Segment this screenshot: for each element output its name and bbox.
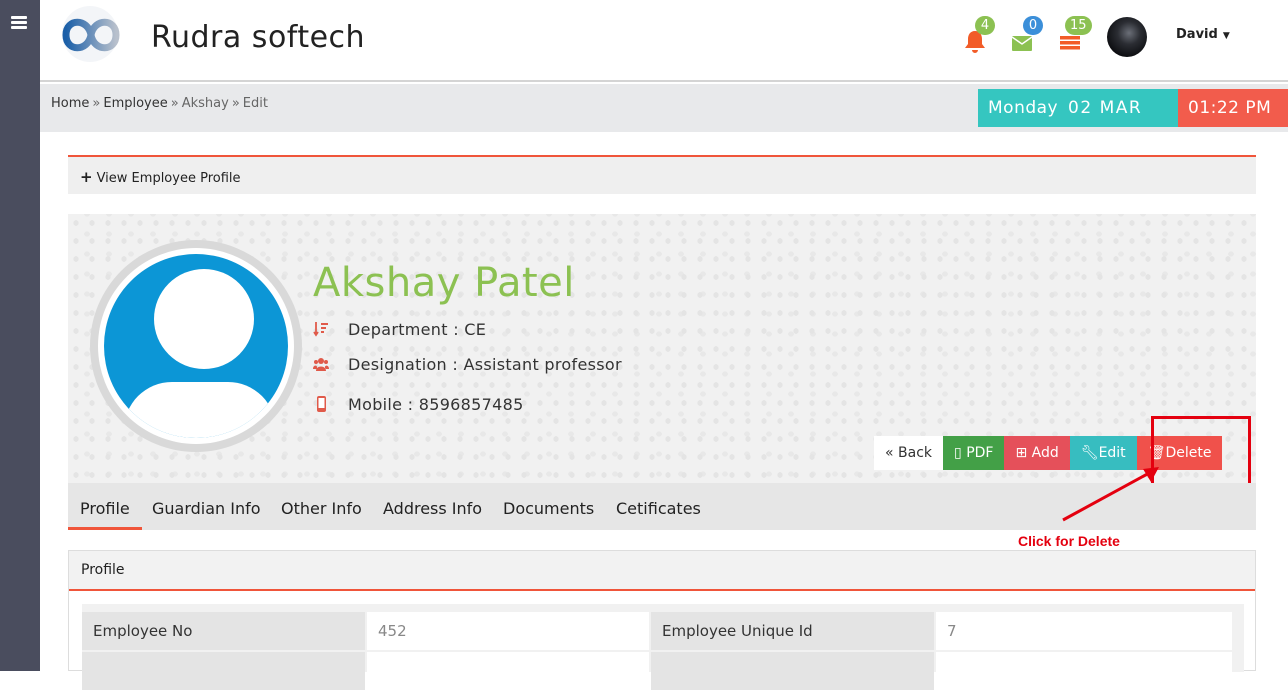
annotation-arrow-icon (1062, 467, 1159, 522)
top-header: Rudra softech 4 0 15 David ▼ (40, 0, 1288, 82)
breadcrumb: Home» Employee» Akshay» Edit (51, 96, 268, 111)
breadcrumb-current: Edit (242, 96, 268, 111)
field-label-row2 (82, 652, 365, 690)
mobile-text: Mobile : 8596857485 (348, 395, 524, 414)
user-menu[interactable]: David ▼ (1176, 27, 1230, 42)
caret-down-icon: ▼ (1222, 31, 1230, 41)
tab-cetificates[interactable]: Cetificates (616, 499, 701, 518)
profile-header: Akshay Patel Department : CE Designation… (68, 214, 1256, 483)
field-label: Employee Unique Id (651, 612, 934, 650)
brand-name: Rudra softech (151, 20, 366, 55)
sidebar (0, 0, 40, 671)
pdf-button[interactable]: ▯ PDF (943, 436, 1005, 470)
employee-name: Akshay Patel (313, 260, 575, 306)
view-profile-label: View Employee Profile (96, 171, 241, 186)
department-text: Department : CE (348, 320, 487, 339)
click-for-delete-annotation: Click for Delete (1018, 533, 1120, 549)
logo-icon (62, 6, 120, 62)
message-badge: 0 (1023, 16, 1043, 35)
field-label-row2 (651, 652, 934, 690)
breadcrumb-bar: Home» Employee» Akshay» Edit Monday 02 MAR … (40, 84, 1288, 132)
pdf-label: PDF (966, 445, 994, 461)
breadcrumb-separator: » (170, 96, 179, 111)
date-display: Monday 02 MAR (978, 89, 1178, 127)
delete-highlight-box (1151, 416, 1251, 486)
breadcrumb-employee[interactable]: Employee (103, 96, 167, 111)
breadcrumb-person[interactable]: Akshay (182, 96, 229, 111)
pdf-file-icon: ▯ (954, 445, 962, 461)
mobile-info: Mobile : 8596857485 (313, 395, 524, 414)
notification-badge: 4 (975, 16, 995, 35)
edit-label: Edit (1098, 445, 1126, 461)
tab-documents[interactable]: Documents (503, 499, 594, 518)
breadcrumb-home[interactable]: Home (51, 96, 89, 111)
mobile-icon (317, 396, 326, 412)
wrench-icon: 🔧︎ (1080, 445, 1099, 461)
field-label: Employee No (82, 612, 365, 650)
breadcrumb-separator: » (231, 96, 240, 111)
plus-square-icon: ⊞ (1015, 445, 1028, 461)
view-employee-profile-bar[interactable]: + View Employee Profile (68, 155, 1256, 194)
tab-other-info[interactable]: Other Info (281, 499, 362, 518)
field-value: 452 (367, 612, 649, 650)
add-label: Add (1031, 445, 1059, 461)
time-display: 01:22 PM (1178, 89, 1288, 127)
tab-address-info[interactable]: Address Info (383, 499, 482, 518)
hamburger-menu-icon[interactable] (11, 16, 27, 30)
back-button[interactable]: « Back (874, 436, 944, 470)
breadcrumb-separator: » (92, 96, 101, 111)
tasks-badge: 15 (1065, 16, 1092, 35)
panel-title: Profile (69, 551, 1255, 591)
profile-photo (90, 240, 302, 452)
profile-panel: Profile Employee No 452 Employee Unique … (68, 550, 1256, 690)
designation-text: Designation : Assistant professor (348, 355, 622, 374)
field-value-row2 (936, 652, 1232, 690)
user-avatar[interactable] (1107, 17, 1147, 57)
field-value: 7 (936, 612, 1232, 650)
user-silhouette-icon (104, 254, 288, 438)
double-chevron-left-icon: « (885, 445, 894, 461)
designation-info: Designation : Assistant professor (313, 355, 622, 374)
plus-icon: + (80, 168, 93, 186)
tab-profile[interactable]: Profile (68, 499, 142, 530)
field-value-row2 (367, 652, 649, 690)
department-info: Department : CE (313, 320, 486, 339)
date-label: 02 MAR (1068, 98, 1143, 118)
user-name: David (1176, 27, 1218, 42)
profile-fields: Employee No 452 Employee Unique Id 7 (82, 604, 1244, 690)
sort-icon (313, 322, 328, 337)
users-icon (313, 358, 329, 371)
back-label: Back (898, 445, 933, 461)
tab-guardian-info[interactable]: Guardian Info (152, 499, 261, 518)
day-label: Monday (988, 98, 1059, 118)
